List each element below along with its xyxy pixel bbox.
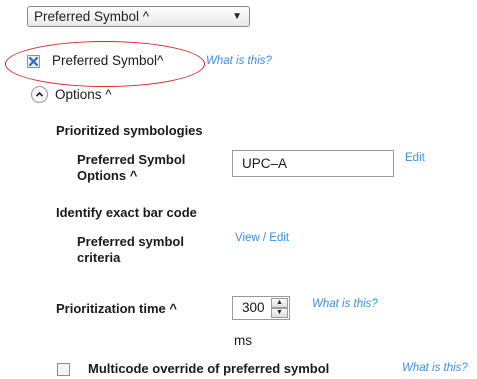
preferred-symbol-options-label: Preferred Symbol Options ^: [77, 152, 185, 184]
preferred-symbol-checkbox[interactable]: [27, 55, 40, 68]
prioritization-time-spinner[interactable]: 300 ▲ ▼: [232, 296, 290, 320]
preferred-symbol-label: Preferred Symbol^: [52, 53, 164, 68]
checkmark-x-icon: [29, 57, 38, 66]
prioritization-time-unit: ms: [234, 333, 252, 348]
preferred-symbol-criteria-label-line1: Preferred symbol: [77, 234, 184, 249]
chevron-down-icon: ▼: [232, 11, 242, 22]
preferred-symbol-help-link[interactable]: What is this?: [206, 55, 272, 67]
multicode-override-checkbox[interactable]: [57, 363, 70, 376]
preferred-symbol-criteria-label-line2: criteria: [77, 250, 121, 265]
spin-up-icon[interactable]: ▲: [271, 298, 288, 308]
spin-down-icon[interactable]: ▼: [271, 308, 288, 318]
criteria-view-edit-link[interactable]: View / Edit: [235, 232, 289, 244]
multicode-help-link[interactable]: What is this?: [402, 362, 468, 374]
preferred-symbol-criteria-label: Preferred symbol criteria: [77, 234, 184, 266]
prioritized-symbologies-heading: Prioritized symbologies: [56, 123, 203, 138]
options-toggle-button[interactable]: [31, 86, 48, 103]
spinner-buttons: ▲ ▼: [271, 298, 288, 318]
multicode-override-label: Multicode override of preferred symbol: [88, 361, 330, 376]
options-toggle-label: Options ^: [55, 87, 112, 102]
prioritization-time-value: 300: [242, 300, 265, 315]
preferred-symbol-options-input[interactable]: UPC–A: [232, 150, 394, 177]
prioritization-time-label: Prioritization time ^: [56, 301, 177, 316]
chevron-up-icon: [35, 91, 44, 97]
identify-exact-heading: Identify exact bar code: [56, 205, 197, 220]
preferred-symbol-options-edit-link[interactable]: Edit: [405, 152, 425, 164]
prioritization-time-help-link[interactable]: What is this?: [312, 298, 378, 310]
preferred-symbol-options-label-line1: Preferred Symbol: [77, 152, 186, 167]
symbol-dropdown[interactable]: Preferred Symbol ^ ▼: [27, 6, 250, 27]
preferred-symbol-options-label-line2: Options ^: [77, 168, 138, 183]
symbol-dropdown-value: Preferred Symbol ^: [34, 9, 150, 24]
